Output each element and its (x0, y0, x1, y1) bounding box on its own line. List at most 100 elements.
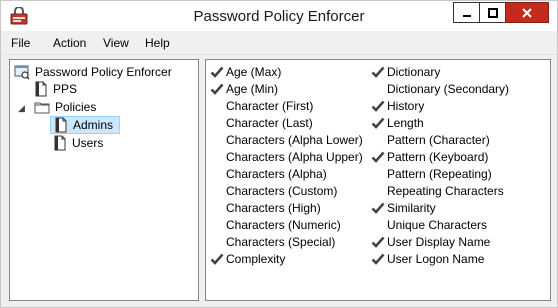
unchecked-icon (371, 184, 385, 198)
rule-label: Characters (Alpha) (226, 166, 327, 181)
rule-item[interactable]: Character (First) (210, 97, 313, 114)
menu-view[interactable]: View (103, 36, 129, 50)
unchecked-icon (210, 99, 224, 113)
rule-item[interactable]: Characters (Numeric) (210, 216, 341, 233)
rule-item[interactable]: Character (Last) (210, 114, 313, 131)
tree-item-pps[interactable]: PPS (34, 80, 77, 98)
title-bar[interactable]: Password Policy Enforcer (1, 1, 557, 31)
tree-item-pps-label: PPS (53, 82, 78, 96)
rule-item[interactable]: Complexity (210, 250, 285, 267)
rule-label: User Display Name (387, 234, 491, 249)
rule-label: Pattern (Repeating) (387, 166, 492, 181)
unchecked-icon (210, 116, 224, 130)
maximize-icon (487, 7, 498, 18)
checkmark-icon (210, 253, 224, 265)
rule-item[interactable]: Characters (Special) (210, 233, 335, 250)
maximize-button[interactable] (479, 2, 505, 23)
rule-item[interactable]: Characters (Custom) (210, 182, 337, 199)
checkmark-icon (371, 202, 385, 214)
menu-bar: File Action View Help (1, 31, 557, 55)
collapse-arrow-icon[interactable]: ◢ (18, 103, 25, 114)
rule-item[interactable]: Age (Min) (210, 80, 278, 97)
rule-label: Character (Last) (226, 115, 313, 130)
folder-icon (34, 102, 50, 114)
rule-item[interactable]: Age (Max) (210, 63, 281, 80)
unchecked-icon (210, 150, 224, 164)
rule-item[interactable]: Pattern (Keyboard) (371, 148, 488, 165)
rule-label: Characters (Custom) (226, 183, 338, 198)
unchecked-icon (210, 133, 224, 147)
unchecked-icon (371, 82, 385, 96)
rule-label: History (387, 98, 425, 113)
rule-label: User Logon Name (387, 251, 485, 266)
rule-item[interactable]: Pattern (Character) (371, 131, 490, 148)
rule-item[interactable]: Characters (Alpha Upper) (210, 148, 363, 165)
rule-label: Repeating Characters (387, 183, 504, 198)
checkmark-icon (371, 253, 385, 265)
tree-item-admins-label: Admins (73, 118, 114, 132)
rule-item[interactable]: History (371, 97, 424, 114)
unchecked-icon (371, 167, 385, 181)
rule-item[interactable]: Characters (Alpha) (210, 165, 327, 182)
unchecked-icon (210, 167, 224, 181)
rule-item[interactable]: Length (371, 114, 424, 131)
minimize-icon (462, 14, 471, 17)
rules-list: Age (Max) Age (Min) Character (First) Chara… (205, 59, 551, 301)
rule-label: Characters (Alpha Lower) (226, 132, 363, 147)
document-icon (55, 117, 67, 133)
rule-label: Pattern (Character) (387, 132, 490, 147)
menu-action[interactable]: Action (53, 36, 86, 50)
rule-label: Age (Max) (226, 64, 282, 79)
close-button[interactable] (505, 2, 549, 23)
rule-item[interactable]: Repeating Characters (371, 182, 504, 199)
tree-item-policies-label: Policies (55, 100, 97, 114)
unchecked-icon (210, 235, 224, 249)
menu-help[interactable]: Help (145, 36, 170, 50)
rule-item[interactable]: Unique Characters (371, 216, 487, 233)
rule-label: Characters (High) (226, 200, 321, 215)
rule-item[interactable]: Characters (Alpha Lower) (210, 131, 363, 148)
checkmark-icon (371, 100, 385, 112)
rule-label: Similarity (387, 200, 436, 215)
minimize-button[interactable] (453, 2, 479, 23)
checkmark-icon (371, 66, 385, 78)
policy-tree: Password Policy Enforcer PPS ◢ Policies (9, 59, 199, 301)
unchecked-icon (210, 201, 224, 215)
checkmark-icon (210, 83, 224, 95)
tree-root-label: Password Policy Enforcer (35, 65, 172, 79)
unchecked-icon (210, 184, 224, 198)
rule-item[interactable]: Similarity (371, 199, 436, 216)
rule-label: Unique Characters (387, 217, 488, 232)
menu-file[interactable]: File (11, 36, 30, 50)
rule-item[interactable]: Characters (High) (210, 199, 321, 216)
checkmark-icon (371, 151, 385, 163)
app-window: Password Policy Enforcer File Action Vie… (0, 0, 558, 308)
rule-item[interactable]: User Display Name (371, 233, 490, 250)
unchecked-icon (371, 133, 385, 147)
tree-item-users-label: Users (72, 136, 104, 150)
rule-label: Dictionary (387, 64, 441, 79)
unchecked-icon (371, 218, 385, 232)
document-icon (35, 81, 47, 97)
rule-label: Age (Min) (226, 81, 279, 96)
console-icon (14, 65, 30, 80)
tree-item-policies[interactable]: Policies (34, 98, 96, 116)
checkmark-icon (371, 117, 385, 129)
tree-root[interactable]: Password Policy Enforcer (14, 63, 172, 81)
checkmark-icon (371, 236, 385, 248)
rule-label: Pattern (Keyboard) (387, 149, 489, 164)
tree-item-admins[interactable]: Admins (50, 116, 120, 134)
rule-label: Dictionary (Secondary) (387, 81, 510, 96)
rule-item[interactable]: Pattern (Repeating) (371, 165, 492, 182)
close-icon (522, 7, 532, 18)
rule-item[interactable]: User Logon Name (371, 250, 484, 267)
rule-label: Character (First) (226, 98, 314, 113)
tree-item-users[interactable]: Users (53, 134, 103, 152)
rule-label: Characters (Alpha Upper) (226, 149, 363, 164)
rule-label: Characters (Special) (226, 234, 336, 249)
rule-label: Characters (Numeric) (226, 217, 341, 232)
rule-item[interactable]: Dictionary (371, 63, 440, 80)
document-icon (54, 135, 66, 151)
window-controls (453, 2, 549, 24)
rule-item[interactable]: Dictionary (Secondary) (371, 80, 509, 97)
